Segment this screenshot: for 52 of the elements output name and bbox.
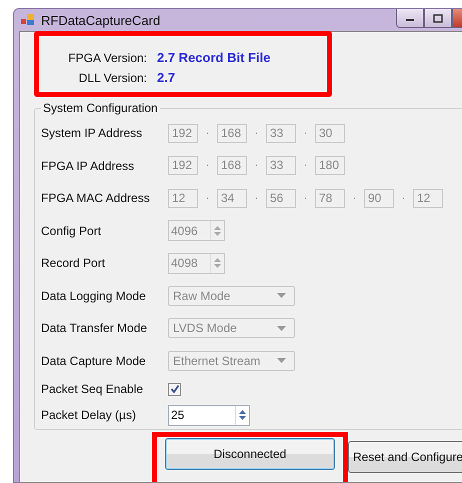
version-value: 2.7: [157, 70, 176, 85]
window-title: RFDataCaptureCard: [41, 12, 160, 28]
caret-icon: [277, 326, 286, 331]
version-label: FPGA Version:: [67, 51, 147, 65]
field-label: System IP Address: [41, 126, 144, 140]
field-label: Packet Delay (µs): [41, 408, 137, 422]
octet-field[interactable]: 192: [168, 124, 198, 143]
app-icon: [21, 14, 35, 26]
octet-field[interactable]: 34: [217, 188, 247, 208]
octet-field[interactable]: 90: [364, 188, 394, 208]
separator-dot: ·: [204, 160, 210, 172]
octet-field[interactable]: 168: [217, 156, 247, 176]
octet-field[interactable]: 33: [266, 124, 296, 143]
separator-dot: ·: [302, 192, 308, 204]
separator-dot: ·: [302, 128, 308, 139]
field-label: Data Transfer Mode: [41, 321, 148, 336]
action-button[interactable]: Disconnected: [165, 438, 335, 470]
separator-dot: ·: [400, 192, 406, 204]
field-label: Data Logging Mode: [41, 288, 147, 303]
field-label: Packet Seq Enable: [41, 382, 144, 396]
spinner-field[interactable]: 25: [168, 404, 250, 426]
octet-field[interactable]: 78: [315, 188, 345, 208]
octet-field[interactable]: 180: [315, 156, 345, 176]
field-label: FPGA MAC Address: [41, 191, 151, 206]
separator-dot: ·: [254, 192, 260, 204]
separator-dot: ·: [204, 192, 210, 204]
octet-field[interactable]: 168: [217, 124, 247, 143]
version-label: DLL Version:: [78, 71, 147, 85]
field-label: Config Port: [41, 224, 102, 238]
spinner-arrows-icon[interactable]: [235, 406, 249, 424]
maximize-icon: [433, 14, 443, 22]
group-title: System Configuration: [42, 101, 159, 115]
caret-icon: [277, 358, 286, 364]
separator-dot: ·: [302, 160, 308, 172]
octet-field[interactable]: 33: [266, 156, 296, 176]
separator-dot: ·: [352, 192, 358, 204]
field-label: Data Capture Mode: [41, 354, 147, 368]
maximize-button[interactable]: [424, 9, 452, 28]
octet-field[interactable]: 30: [315, 124, 345, 143]
separator-dot: ·: [254, 128, 260, 139]
field-label: Record Port: [41, 256, 106, 270]
checkbox[interactable]: [168, 382, 181, 396]
separator-dot: ·: [254, 160, 260, 172]
minimize-button[interactable]: [396, 9, 424, 28]
version-value: 2.7 Record Bit File: [157, 50, 270, 65]
octet-field[interactable]: 12: [168, 188, 198, 208]
field-label: FPGA IP Address: [41, 158, 136, 173]
octet-field[interactable]: 56: [266, 188, 296, 208]
octet-field[interactable]: 12: [413, 188, 443, 208]
caret-icon: [277, 293, 286, 298]
separator-dot: ·: [204, 128, 210, 139]
octet-field[interactable]: 192: [168, 156, 198, 176]
